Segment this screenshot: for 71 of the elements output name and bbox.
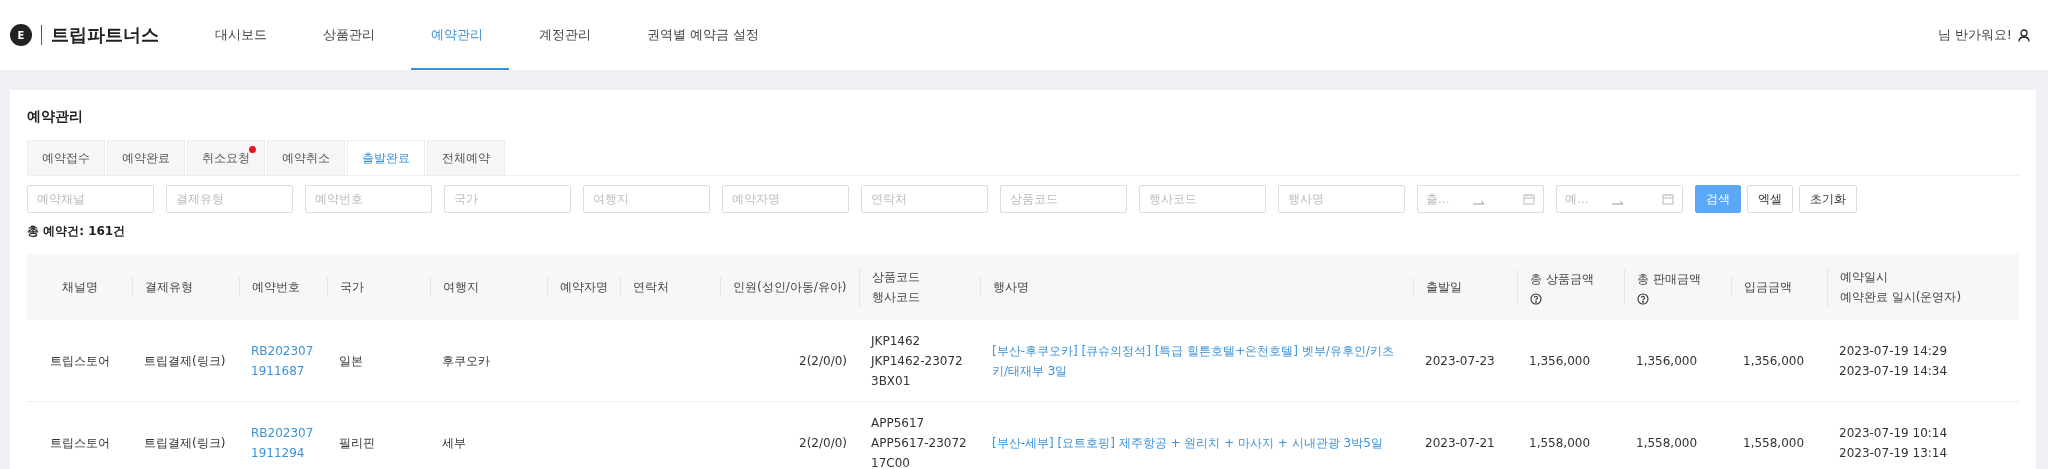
calendar-icon [1523, 193, 1535, 205]
table-cell-text: 1,356,000 [1528, 352, 1592, 370]
table-cell-text: JKP1462 JKP1462-230723BX01 [869, 332, 964, 390]
table-cell-text: 2(2/0/0) [798, 434, 848, 452]
tour-name-link[interactable]: [부산-세부] [요트호핑] 제주항공 + 원리치 + 마사지 + 시내관광 3박5일 [980, 432, 1413, 453]
table-cell-text: 1,558,000 [1742, 434, 1806, 452]
table-cell-text: 2023-07-23 [1424, 352, 1496, 370]
table-cell-text: 1,558,000 [1528, 434, 1592, 452]
user-icon[interactable] [2018, 28, 2030, 42]
column-header: 총 판매금액 [1624, 269, 1731, 305]
tab[interactable]: 예약접수 [27, 140, 105, 175]
action-button[interactable]: 엑셀 [1747, 185, 1793, 213]
column-header: 상품코드 행사코드 [859, 267, 980, 307]
filter-field[interactable]: 행사명 [1278, 185, 1405, 213]
filter-field[interactable]: 결제유형 [166, 185, 293, 213]
column-header: 입금금액 [1731, 277, 1827, 297]
nav-item[interactable]: 상품관리 [303, 0, 401, 70]
column-header: 채널명 [60, 279, 99, 296]
column-header: 행사명 [980, 277, 1413, 297]
table-cell-text: 2023-07-19 14:29 2023-07-19 14:34 [1838, 342, 1949, 380]
table-cell-text: APP5617 APP5617-2307217C00 [870, 414, 968, 469]
table-cell-text: 세부 [441, 434, 467, 452]
table-cell-text: 필리핀 [338, 434, 376, 452]
filter-field[interactable]: 연락처 [861, 185, 988, 213]
filter-field[interactable]: 예약번호 [305, 185, 432, 213]
filter-field[interactable]: 예약자명 [722, 185, 849, 213]
filter-field[interactable]: 예약채널 [27, 185, 154, 213]
table-cell-text: 후쿠오카 [441, 352, 491, 370]
tab[interactable]: 예약완료 [107, 140, 185, 175]
tab[interactable]: 출발완료 [347, 140, 425, 175]
table-cell-text: 트립결제(링크) [143, 352, 227, 370]
calendar-icon [1662, 193, 1674, 205]
column-header: 연락처 [620, 277, 720, 297]
filter-field[interactable]: 행사코드 [1139, 185, 1266, 213]
table-cell-text: 1,558,000 [1635, 434, 1699, 452]
column-header: 결제유형 [132, 277, 239, 297]
table-cell-text: 트립스토어 [48, 434, 111, 452]
table-cell-text: 일본 [338, 352, 364, 370]
help-icon[interactable] [1530, 293, 1542, 305]
table-cell-text: 1,356,000 [1635, 352, 1699, 370]
column-header: 여행지 [430, 277, 547, 297]
tab[interactable]: 취소요청 [187, 140, 265, 175]
table-cell-text: 2023-07-19 10:14 2023-07-19 13:14 [1838, 424, 1949, 462]
filter-field[interactable]: 상품코드 [1000, 185, 1127, 213]
nav-item[interactable]: 권역별 예약금 설정 [627, 0, 786, 70]
filter-field[interactable]: 국가 [444, 185, 571, 213]
brand-name: 트립파트너스 [51, 23, 159, 47]
nav-item[interactable]: 대시보드 [195, 0, 293, 70]
column-header: 국가 [327, 277, 430, 297]
tab[interactable]: 예약취소 [267, 140, 345, 175]
column-header: 출발일 [1413, 277, 1517, 297]
logo-icon: E [10, 24, 32, 46]
greeting-text: 님 반가워요! [1937, 26, 2012, 44]
table-cell-text: 트립스토어 [48, 352, 111, 370]
filter-field[interactable]: 여행지 [583, 185, 710, 213]
page-title: 예약관리 [27, 108, 84, 126]
table-cell-text: 2023-07-21 [1424, 434, 1496, 452]
column-header: 예약번호 [239, 277, 327, 297]
table-cell-text: 1,356,000 [1742, 352, 1806, 370]
table-cell-text: 2(2/0/0) [798, 352, 848, 370]
total-count: 총 예약건: 161건 [27, 223, 127, 240]
action-button[interactable]: 초기화 [1799, 185, 1857, 213]
tour-name-link[interactable]: [부산-후쿠오카] [큐슈의정석] [특급 힐튼호텔+온천호텔] 벳부/유후인/키츠키/태재부 3일 [980, 340, 1413, 381]
help-icon[interactable] [1637, 293, 1649, 305]
nav-item[interactable]: 계정관리 [519, 0, 617, 70]
tab[interactable]: 전체예약 [427, 140, 505, 175]
column-header: 총 상품금액 [1517, 269, 1624, 305]
table-cell-text: 트립결제(링크) [143, 434, 227, 452]
column-header: 예약자명 [547, 277, 620, 297]
column-header: 인원(성인/아동/유아) [720, 277, 859, 297]
column-header: 예약일시 예약완료 일시(운영자) [1827, 267, 2030, 307]
